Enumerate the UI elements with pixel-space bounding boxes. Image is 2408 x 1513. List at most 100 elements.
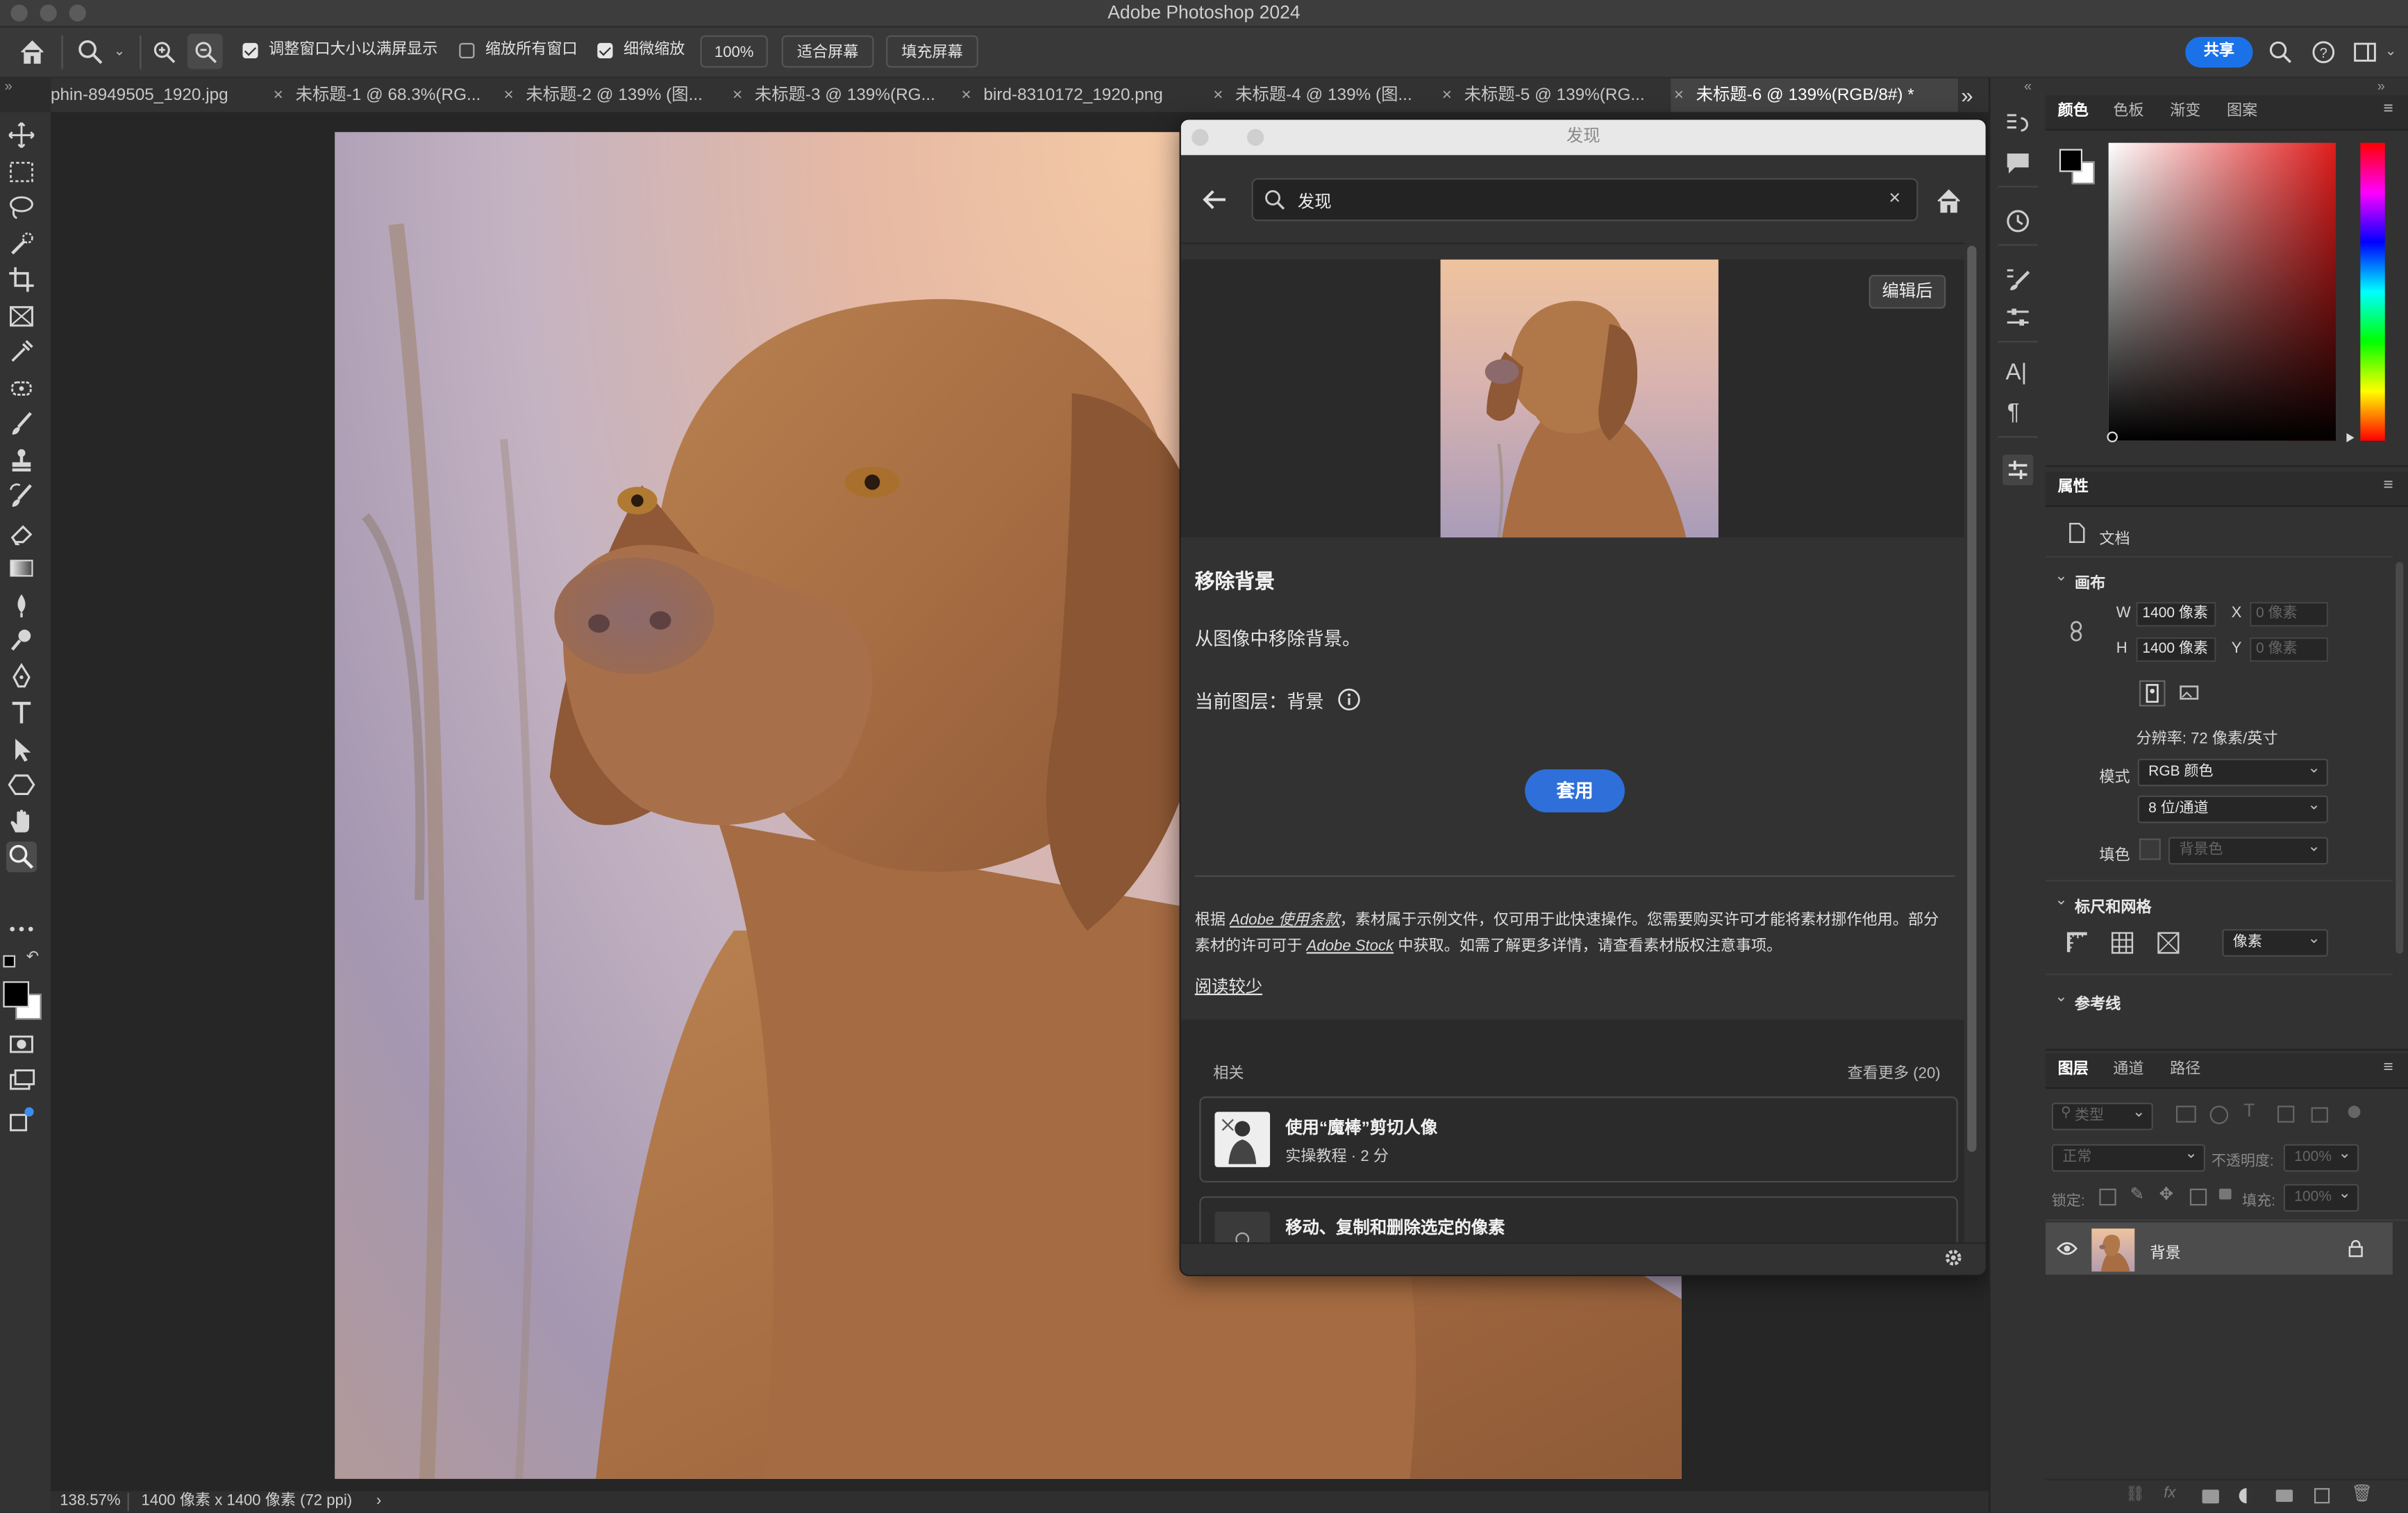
canvas-width-field[interactable]: 1400 像素	[2136, 601, 2216, 627]
adobe-stock-link[interactable]: Adobe Stock	[1307, 938, 1394, 955]
path-selection-tool-icon[interactable]	[6, 734, 37, 764]
collapse-panels-icon[interactable]: «	[2024, 78, 2032, 94]
quick-mask-icon[interactable]	[6, 1029, 37, 1060]
tab-paths[interactable]: 路径	[2170, 1053, 2200, 1087]
tab-document-5[interactable]: × bird-8310172_1920.png	[962, 78, 1212, 112]
tab-document-4[interactable]: × 未标题-3 @ 139%(RG...	[733, 78, 963, 112]
panel-menu-icon[interactable]: ≡	[2384, 1058, 2393, 1077]
terms-of-use-link[interactable]: Adobe 使用条款	[1230, 912, 1340, 929]
blur-tool-icon[interactable]	[6, 590, 37, 620]
tab-patterns[interactable]: 图案	[2227, 95, 2257, 129]
scrubby-zoom-checkbox[interactable]	[597, 42, 613, 59]
settings-gear-icon[interactable]	[1943, 1247, 1964, 1269]
panel-menu-icon[interactable]: ≡	[2384, 476, 2393, 495]
layer-row[interactable]: 背景	[2045, 1222, 2393, 1275]
info-icon[interactable]	[1337, 688, 1360, 711]
chevron-down-icon[interactable]: ⌄	[2055, 989, 2068, 1005]
discover-scrollbar[interactable]	[1967, 245, 1977, 1152]
adjustments-icon[interactable]	[2004, 304, 2032, 332]
zoom-tool-icon[interactable]	[77, 38, 105, 66]
see-more-link[interactable]: 查看更多 (20)	[1848, 1060, 1941, 1082]
eraser-tool-icon[interactable]	[6, 517, 37, 548]
delete-layer-icon[interactable]: 🗑	[2351, 1484, 2373, 1504]
close-tab-icon[interactable]: ×	[962, 86, 971, 105]
close-tab-icon[interactable]: ×	[1674, 86, 1684, 105]
history-brush-tool-icon[interactable]	[6, 480, 37, 511]
fill-color-swatch[interactable]	[2139, 838, 2161, 860]
zoom-out-icon[interactable]	[187, 33, 223, 69]
panel-menu-icon[interactable]: ≡	[2384, 100, 2393, 119]
history-states-icon[interactable]	[2004, 110, 2032, 138]
color-mode-select[interactable]: RGB 颜色	[2137, 757, 2328, 787]
collapse-toolbar-icon[interactable]: »	[0, 78, 51, 112]
canvas-height-field[interactable]: 1400 像素	[2136, 637, 2216, 662]
tab-properties[interactable]: 属性	[2058, 471, 2089, 505]
tabs-overflow-button[interactable]: »	[1961, 78, 1989, 112]
type-tool-icon[interactable]	[6, 697, 37, 728]
clear-search-icon[interactable]: ×	[1889, 186, 1900, 209]
lock-icon[interactable]	[2348, 1239, 2364, 1258]
tab-color[interactable]: 颜色	[2058, 95, 2089, 129]
tab-layers[interactable]: 图层	[2058, 1053, 2089, 1087]
foreground-color-swatch[interactable]	[3, 981, 30, 1008]
tab-channels[interactable]: 通道	[2113, 1053, 2143, 1087]
close-tab-icon[interactable]: ×	[1213, 86, 1223, 105]
portrait-orientation-icon[interactable]	[2139, 680, 2166, 707]
lasso-tool-icon[interactable]	[6, 192, 37, 222]
landscape-orientation-icon[interactable]	[2177, 680, 2204, 707]
ruler-icon[interactable]	[2066, 930, 2090, 955]
hue-slider[interactable]	[2360, 142, 2385, 441]
share-button[interactable]: 共享	[2185, 37, 2253, 68]
new-layer-icon[interactable]	[2314, 1488, 2330, 1504]
bit-depth-select[interactable]: 8 位/通道	[2137, 794, 2328, 824]
more-tools-icon[interactable]	[6, 914, 37, 944]
pixel-grid-icon[interactable]	[2156, 930, 2180, 955]
comments-icon[interactable]	[2004, 149, 2032, 177]
history-icon[interactable]	[2004, 208, 2032, 235]
chevron-down-icon[interactable]: ⌄	[2055, 568, 2068, 585]
apply-button[interactable]: 套用	[1525, 769, 1625, 812]
close-tab-icon[interactable]: ×	[274, 86, 283, 105]
hand-tool-icon[interactable]	[6, 806, 37, 837]
zoom-tool-icon[interactable]	[6, 842, 37, 873]
add-mask-icon[interactable]	[2202, 1489, 2219, 1504]
close-window-button[interactable]	[10, 4, 28, 22]
workspace-icon[interactable]	[2352, 40, 2377, 65]
tab-gradients[interactable]: 渐变	[2170, 95, 2200, 129]
tab-document-8[interactable]: × 未标题-6 @ 139%(RGB/8#) *	[1671, 78, 1958, 112]
eye-icon[interactable]	[2056, 1239, 2077, 1258]
home-icon[interactable]	[19, 38, 47, 66]
zoom-level-readout[interactable]: 138.57%	[60, 1491, 120, 1513]
zoom-in-icon[interactable]	[152, 40, 176, 65]
home-icon[interactable]	[1935, 187, 1963, 215]
minimize-window-button[interactable]	[40, 4, 57, 22]
link-icon[interactable]	[2067, 621, 2086, 642]
grid-icon[interactable]	[2110, 930, 2134, 955]
new-group-icon[interactable]	[2275, 1489, 2293, 1503]
zoom-all-windows-checkbox[interactable]	[459, 42, 475, 59]
new-adjustment-layer-icon[interactable]	[2239, 1488, 2255, 1504]
dodge-tool-icon[interactable]	[6, 625, 37, 655]
close-tab-icon[interactable]: ×	[733, 86, 742, 105]
marquee-tool-icon[interactable]	[6, 157, 37, 187]
close-panel-button[interactable]	[1192, 128, 1209, 147]
tab-document-1[interactable]: phin-8949505_1920.jpg	[51, 78, 274, 112]
back-arrow-icon[interactable]	[1201, 186, 1229, 214]
chevron-down-icon[interactable]: ⌄	[2055, 892, 2068, 909]
tab-document-6[interactable]: × 未标题-4 @ 139% (图...	[1213, 78, 1444, 112]
pen-tool-icon[interactable]	[6, 662, 37, 692]
edit-toolbar-icon[interactable]	[6, 1104, 37, 1135]
fill-screen-button[interactable]: 填充屏幕	[886, 35, 978, 68]
tab-document-2[interactable]: × 未标题-1 @ 68.3%(RG...	[274, 78, 504, 112]
chevron-down-icon[interactable]: ⌄	[2385, 43, 2397, 60]
gradient-tool-icon[interactable]	[6, 553, 37, 583]
status-menu-arrow[interactable]: ›	[376, 1491, 381, 1513]
search-icon[interactable]	[2268, 40, 2293, 65]
discover-search-box[interactable]: 发现 ×	[1251, 178, 1918, 221]
resize-windows-checkbox[interactable]	[242, 42, 258, 59]
quick-selection-tool-icon[interactable]	[6, 229, 37, 260]
layer-name[interactable]: 背景	[2150, 1239, 2180, 1262]
tab-swatches[interactable]: 色板	[2113, 95, 2143, 129]
brush-tool-icon[interactable]	[6, 408, 37, 439]
brush-settings-icon[interactable]	[2004, 266, 2032, 294]
